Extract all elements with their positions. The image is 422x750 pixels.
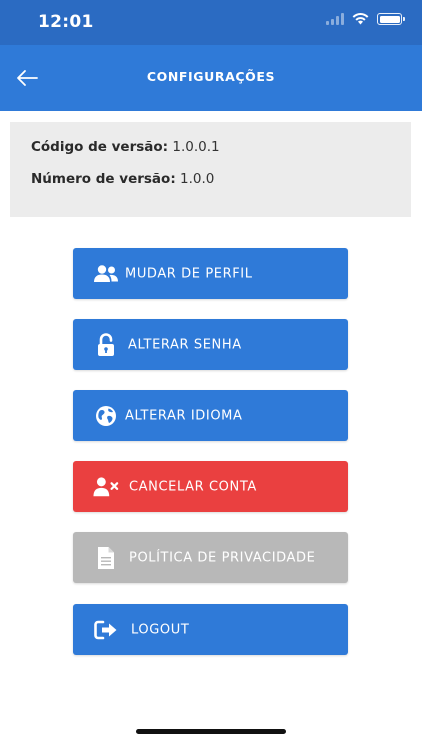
status-icons — [326, 13, 405, 25]
cellular-signal-icon — [326, 13, 344, 25]
nav-bar: CONFIGURAÇÕES — [0, 45, 422, 111]
version-number-value: 1.0.0 — [180, 171, 215, 187]
user-remove-icon — [93, 474, 119, 500]
change-password-button[interactable]: ALTERAR SENHA — [73, 319, 348, 370]
status-time: 12:01 — [38, 12, 94, 32]
users-icon — [93, 261, 119, 287]
logout-label: LOGOUT — [131, 622, 190, 637]
home-indicator — [136, 729, 286, 734]
status-bar: 12:01 — [0, 0, 422, 45]
change-profile-label: MUDAR DE PERFIL — [125, 266, 253, 281]
version-number-row: Número de versão: 1.0.0 — [31, 171, 214, 187]
version-code-row: Código de versão: 1.0.0.1 — [31, 139, 220, 155]
privacy-policy-label: POLÍTICA DE PRIVACIDADE — [129, 550, 316, 565]
logout-button[interactable]: LOGOUT — [73, 604, 348, 655]
change-password-label: ALTERAR SENHA — [128, 337, 242, 352]
unlock-icon — [93, 332, 119, 358]
battery-icon — [377, 13, 405, 25]
wifi-icon — [352, 13, 369, 25]
sign-out-icon — [93, 617, 119, 643]
page-title: CONFIGURAÇÕES — [146, 69, 276, 84]
privacy-policy-button[interactable]: POLÍTICA DE PRIVACIDADE — [73, 532, 348, 583]
version-code-label: Código de versão: — [31, 139, 169, 155]
change-language-button[interactable]: ALTERAR IDIOMA — [73, 390, 348, 441]
document-icon — [93, 545, 119, 571]
version-number-label: Número de versão: — [31, 171, 176, 187]
version-code-value: 1.0.0.1 — [172, 139, 220, 155]
globe-icon — [93, 403, 119, 429]
version-info-panel: Código de versão: 1.0.0.1 Número de vers… — [10, 122, 411, 217]
change-language-label: ALTERAR IDIOMA — [125, 408, 243, 423]
cancel-account-label: CANCELAR CONTA — [129, 479, 257, 494]
change-profile-button[interactable]: MUDAR DE PERFIL — [73, 248, 348, 299]
cancel-account-button[interactable]: CANCELAR CONTA — [73, 461, 348, 512]
